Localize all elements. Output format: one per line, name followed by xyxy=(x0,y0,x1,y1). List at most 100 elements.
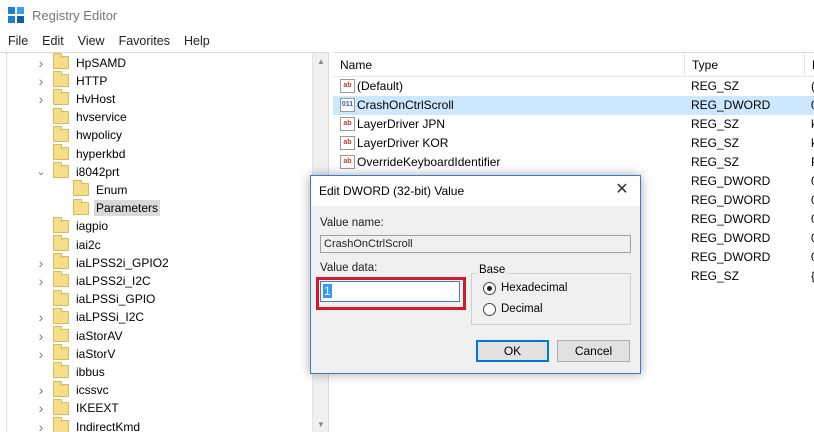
value-type: REG_SZ xyxy=(691,117,740,131)
tree-item[interactable]: ⌄ i8042prt xyxy=(36,162,121,181)
tree-item[interactable]: › iaLPSS2i_I2C xyxy=(36,271,153,290)
value-type: REG_DWORD xyxy=(691,250,771,264)
string-value-icon: ab xyxy=(340,117,355,131)
hexadecimal-radio[interactable] xyxy=(483,282,496,295)
chevron-right-icon[interactable]: › xyxy=(36,274,46,288)
table-row[interactable]: abLayerDriver KORREG_SZk xyxy=(333,134,814,153)
chevron-right-icon[interactable]: › xyxy=(36,56,46,70)
key-tree-pane[interactable]: › HpSAMD › HTTP › HvHost hvservice hwpolicy hype… xyxy=(0,52,329,432)
tree-item[interactable]: ibbus xyxy=(36,362,107,381)
table-row[interactable]: ab(Default)REG_SZ( xyxy=(333,77,814,96)
folder-icon xyxy=(53,125,69,142)
column-type[interactable]: Type xyxy=(685,53,805,77)
tree-item[interactable]: › icssvc xyxy=(36,380,111,400)
chevron-right-icon[interactable]: › xyxy=(36,420,46,432)
tree-item-label: iai2c xyxy=(76,237,101,252)
tree-item-label: HpSAMD xyxy=(76,55,127,70)
folder-icon xyxy=(53,162,69,179)
tree-item[interactable]: › iaStorV xyxy=(36,344,117,363)
folder-icon xyxy=(53,380,69,397)
tree-guide-line xyxy=(6,53,7,432)
tree-item-label: icssvc xyxy=(76,383,109,398)
chevron-right-icon[interactable]: › xyxy=(36,401,46,415)
folder-icon xyxy=(53,326,69,342)
value-type: REG_DWORD xyxy=(691,98,771,112)
window-title: Registry Editor xyxy=(32,7,118,23)
table-row[interactable]: abOverrideKeyboardIdentifierREG_SZP xyxy=(333,153,814,172)
tree-item-label: Parameters xyxy=(94,200,161,217)
menu-file[interactable]: File xyxy=(0,34,35,48)
tree-item-label: iaStorAV xyxy=(76,328,123,343)
tree-item-label: iaLPSS2i_I2C xyxy=(76,273,151,288)
chevron-right-icon[interactable]: › xyxy=(36,92,46,106)
value-data-label: Value data: xyxy=(320,262,378,274)
tree-item[interactable]: iagpio xyxy=(36,216,110,236)
close-icon[interactable]: ✕ xyxy=(610,179,634,201)
chevron-right-icon[interactable]: › xyxy=(36,329,46,343)
menu-help[interactable]: Help xyxy=(177,34,217,48)
column-data[interactable]: D xyxy=(805,53,814,77)
base-group xyxy=(471,273,631,325)
binary-value-icon: 011 xyxy=(340,98,355,112)
value-type: REG_DWORD xyxy=(691,231,771,245)
tree-item[interactable]: iaLPSSi_GPIO xyxy=(36,289,157,309)
tree-item[interactable]: Parameters xyxy=(56,198,161,218)
string-value-icon: ab xyxy=(340,136,355,150)
folder-icon xyxy=(53,71,69,88)
menu-view[interactable]: View xyxy=(71,34,112,48)
string-value-icon: ab xyxy=(340,79,355,93)
title-bar: Registry Editor xyxy=(0,0,814,30)
table-row[interactable]: 011CrashOnCtrlScrollREG_DWORD0 xyxy=(333,96,814,115)
tree-item-label: hvservice xyxy=(76,110,127,125)
value-type: REG_DWORD xyxy=(691,193,771,207)
menu-favorites[interactable]: Favorites xyxy=(112,34,177,48)
tree-item-label: iaStorV xyxy=(76,346,116,361)
chevron-down-icon[interactable]: ⌄ xyxy=(36,166,46,177)
folder-icon xyxy=(53,235,69,251)
value-name: LayerDriver KOR xyxy=(357,136,449,150)
tree-item[interactable]: hwpolicy xyxy=(36,125,124,145)
tree-item[interactable]: › iaLPSSi_I2C xyxy=(36,307,146,327)
tree-item[interactable]: › IndirectKmd xyxy=(36,417,142,432)
chevron-right-icon[interactable]: › xyxy=(36,310,46,324)
chevron-right-icon[interactable]: › xyxy=(36,74,46,88)
folder-icon xyxy=(53,289,69,306)
menu-edit[interactable]: Edit xyxy=(35,34,71,48)
registry-editor-icon xyxy=(8,7,24,23)
tree-item[interactable]: › IKEEXT xyxy=(36,398,121,418)
cancel-button[interactable]: Cancel xyxy=(557,340,630,362)
folder-icon xyxy=(53,107,69,124)
hexadecimal-label[interactable]: Hexadecimal xyxy=(501,282,567,294)
value-type: REG_SZ xyxy=(691,269,740,283)
ok-button[interactable]: OK xyxy=(476,340,549,362)
decimal-label[interactable]: Decimal xyxy=(501,303,543,315)
folder-icon xyxy=(53,89,69,106)
tree-item[interactable]: › iaLPSS2i_GPIO2 xyxy=(36,253,171,272)
tree-item[interactable]: iai2c xyxy=(36,235,103,254)
tree-item[interactable]: › HTTP xyxy=(36,71,109,90)
tree-item-label: iaLPSSi_GPIO xyxy=(76,292,156,307)
table-row[interactable]: abLayerDriver JPNREG_SZk xyxy=(333,115,814,134)
value-name: LayerDriver JPN xyxy=(357,117,446,131)
tree-item-label: hyperkbd xyxy=(76,146,126,161)
value-type: REG_SZ xyxy=(691,155,740,169)
column-name[interactable]: Name xyxy=(333,53,685,77)
chevron-right-icon[interactable]: › xyxy=(36,256,46,270)
value-type: REG_DWORD xyxy=(691,174,771,188)
tree-item[interactable]: hyperkbd xyxy=(36,144,127,163)
tree-item[interactable]: Enum xyxy=(56,180,129,199)
tree-item[interactable]: › HpSAMD xyxy=(36,53,128,72)
decimal-radio[interactable] xyxy=(483,303,496,316)
folder-icon xyxy=(53,216,69,233)
tree-item[interactable]: › iaStorAV xyxy=(36,326,124,345)
chevron-right-icon[interactable]: › xyxy=(36,347,46,361)
scroll-down-icon[interactable]: ▼ xyxy=(313,416,328,432)
chevron-right-icon[interactable]: › xyxy=(36,383,46,397)
folder-icon xyxy=(53,417,69,432)
scroll-up-icon[interactable]: ▲ xyxy=(313,53,328,70)
tree-item[interactable]: hvservice xyxy=(36,107,129,127)
tree-item[interactable]: › HvHost xyxy=(36,89,117,108)
